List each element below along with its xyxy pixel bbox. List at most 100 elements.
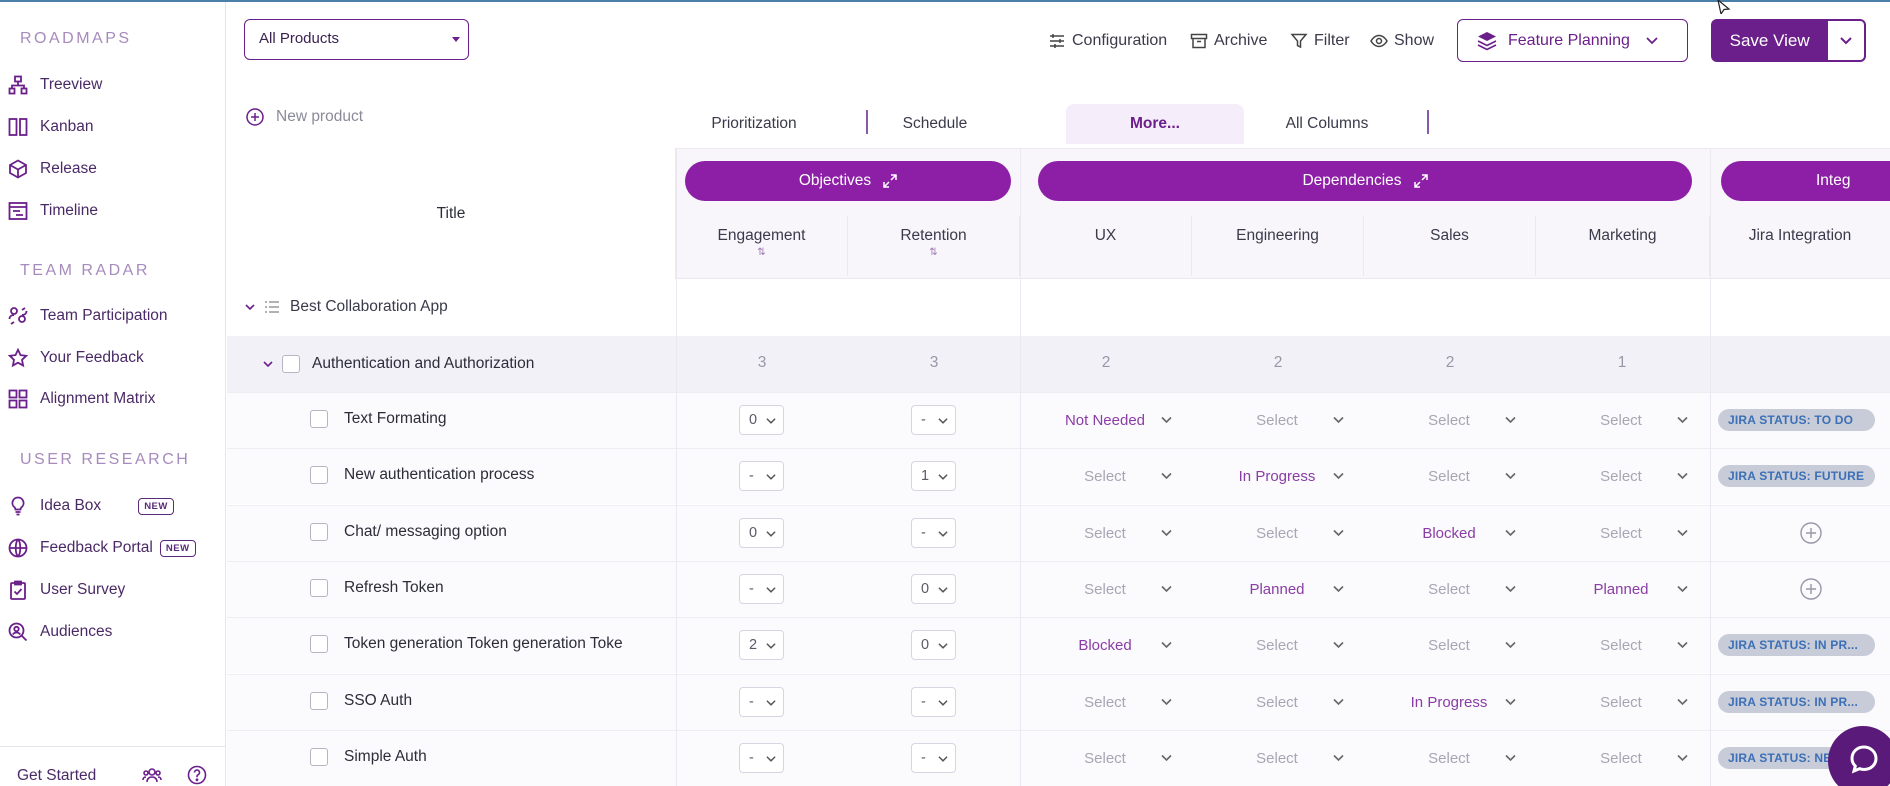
engineering-status-select[interactable]: In Progress	[1202, 467, 1352, 485]
sidebar-item-audiences[interactable]: Audiences	[8, 618, 112, 646]
checkbox[interactable]	[310, 410, 328, 428]
checkbox[interactable]	[310, 692, 328, 710]
sidebar-item-treeview[interactable]: Treeview	[8, 71, 102, 99]
retention-select[interactable]: 1	[911, 461, 956, 491]
product-select[interactable]: All Products	[244, 19, 469, 60]
engineering-status-select[interactable]: Select	[1202, 636, 1352, 654]
engagement-select[interactable]: 0	[739, 518, 784, 548]
ux-status-select[interactable]: Not Needed	[1030, 411, 1180, 429]
marketing-status-select[interactable]: Planned	[1546, 580, 1696, 598]
marketing-status-select[interactable]: Select	[1546, 749, 1696, 767]
save-view-button[interactable]: Save View	[1711, 19, 1866, 62]
sales-status-select[interactable]: Select	[1374, 636, 1524, 654]
ux-status-select[interactable]: Select	[1030, 580, 1180, 598]
feature-planning-dropdown[interactable]: Feature Planning	[1457, 19, 1688, 62]
dependencies-group-header[interactable]: Dependencies	[1038, 161, 1692, 201]
new-product-button[interactable]: New product	[246, 108, 363, 126]
help-icon[interactable]	[187, 765, 207, 785]
checkbox[interactable]	[310, 748, 328, 766]
marketing-status-select[interactable]: Select	[1546, 693, 1696, 711]
retention-select[interactable]: 0	[911, 574, 956, 604]
column-header-retention[interactable]: Retention ⇅	[848, 216, 1020, 276]
engineering-status-select[interactable]: Planned	[1202, 580, 1352, 598]
tab-more[interactable]: More...	[1066, 104, 1244, 144]
chevron-down-icon[interactable]	[244, 301, 256, 313]
engineering-status-select[interactable]: Select	[1202, 693, 1352, 711]
sales-status-select[interactable]: Select	[1374, 411, 1524, 429]
ux-status-select[interactable]: Select	[1030, 749, 1180, 767]
checkbox[interactable]	[310, 466, 328, 484]
sales-status-select[interactable]: Blocked	[1374, 524, 1524, 542]
sales-status-select[interactable]: Select	[1374, 580, 1524, 598]
engineering-status-select[interactable]: Select	[1202, 411, 1352, 429]
sidebar-item-user-survey[interactable]: User Survey	[8, 576, 125, 604]
chevron-down-icon[interactable]	[262, 358, 274, 370]
retention-select[interactable]: -	[911, 405, 956, 435]
engagement-select[interactable]: -	[739, 461, 784, 491]
feature-title[interactable]: SSO Auth	[310, 692, 412, 710]
archive-button[interactable]: Archive	[1190, 29, 1267, 53]
parent-row-title[interactable]: Best Collaboration App	[244, 298, 448, 316]
jira-status-badge[interactable]: JIRA STATUS: TO DO	[1718, 409, 1875, 431]
retention-select[interactable]: -	[911, 518, 956, 548]
get-started-link[interactable]: Get Started	[17, 767, 96, 785]
sort-icon[interactable]: ⇅	[848, 248, 1019, 258]
checkbox[interactable]	[282, 355, 300, 373]
subgroup-title[interactable]: Authentication and Authorization	[262, 355, 534, 373]
engineering-status-select[interactable]: Select	[1202, 524, 1352, 542]
ux-status-select[interactable]: Blocked	[1030, 636, 1180, 654]
tab-prioritization[interactable]: Prioritization	[690, 104, 818, 144]
sales-status-select[interactable]: In Progress	[1374, 693, 1524, 711]
retention-select[interactable]: -	[911, 743, 956, 773]
sales-status-select[interactable]: Select	[1374, 749, 1524, 767]
sidebar-item-kanban[interactable]: Kanban	[8, 113, 93, 141]
engagement-select[interactable]: 2	[739, 630, 784, 660]
ux-status-select[interactable]: Select	[1030, 693, 1180, 711]
ux-status-select[interactable]: Select	[1030, 467, 1180, 485]
configuration-button[interactable]: Configuration	[1048, 29, 1167, 53]
sidebar-item-feedback-portal[interactable]: Feedback Portal NEW	[8, 534, 196, 562]
sidebar-item-team-participation[interactable]: Team Participation	[8, 302, 168, 330]
checkbox[interactable]	[310, 523, 328, 541]
checkbox[interactable]	[310, 579, 328, 597]
engagement-select[interactable]: -	[739, 743, 784, 773]
marketing-status-select[interactable]: Select	[1546, 636, 1696, 654]
add-jira-link-icon[interactable]	[1800, 578, 1822, 600]
tab-all-columns[interactable]: All Columns	[1262, 104, 1392, 144]
feature-title[interactable]: Refresh Token	[310, 579, 444, 597]
team-icon[interactable]	[142, 765, 162, 785]
objectives-group-header[interactable]: Objectives	[685, 161, 1011, 201]
retention-select[interactable]: -	[911, 687, 956, 717]
jira-status-badge[interactable]: JIRA STATUS: IN PR...	[1718, 691, 1875, 713]
marketing-status-select[interactable]: Select	[1546, 467, 1696, 485]
engagement-select[interactable]: -	[739, 574, 784, 604]
feature-title[interactable]: Simple Auth	[310, 748, 427, 766]
add-jira-link-icon[interactable]	[1800, 522, 1822, 544]
tab-schedule[interactable]: Schedule	[870, 104, 1000, 144]
sidebar-item-release[interactable]: Release	[8, 155, 97, 183]
marketing-status-select[interactable]: Select	[1546, 411, 1696, 429]
ux-status-select[interactable]: Select	[1030, 524, 1180, 542]
sidebar-item-timeline[interactable]: Timeline	[8, 197, 98, 225]
sidebar-item-idea-box[interactable]: Idea Box NEW	[8, 492, 174, 520]
sales-status-select[interactable]: Select	[1374, 467, 1524, 485]
jira-status-badge[interactable]: JIRA STATUS: FUTURE	[1718, 465, 1875, 487]
save-view-menu-button[interactable]	[1828, 21, 1864, 60]
integrations-group-header[interactable]: Integ	[1721, 161, 1890, 201]
engineering-status-select[interactable]: Select	[1202, 749, 1352, 767]
feature-title[interactable]: Chat/ messaging option	[310, 523, 507, 541]
engagement-select[interactable]: 0	[739, 405, 784, 435]
column-header-engagement[interactable]: Engagement ⇅	[676, 216, 848, 276]
jira-status-badge[interactable]: JIRA STATUS: IN PR...	[1718, 634, 1875, 656]
engagement-select[interactable]: -	[739, 687, 784, 717]
show-button[interactable]: Show	[1370, 29, 1434, 53]
checkbox[interactable]	[310, 635, 328, 653]
feature-title[interactable]: Token generation Token generation Toke	[310, 635, 623, 653]
feature-title[interactable]: New authentication process	[310, 466, 534, 484]
sidebar-item-alignment-matrix[interactable]: Alignment Matrix	[8, 385, 155, 413]
feature-title[interactable]: Text Formating	[310, 410, 447, 428]
sidebar-item-your-feedback[interactable]: Your Feedback	[8, 344, 144, 372]
retention-select[interactable]: 0	[911, 630, 956, 660]
sort-icon[interactable]: ⇅	[676, 248, 847, 258]
filter-button[interactable]: Filter	[1290, 29, 1350, 53]
